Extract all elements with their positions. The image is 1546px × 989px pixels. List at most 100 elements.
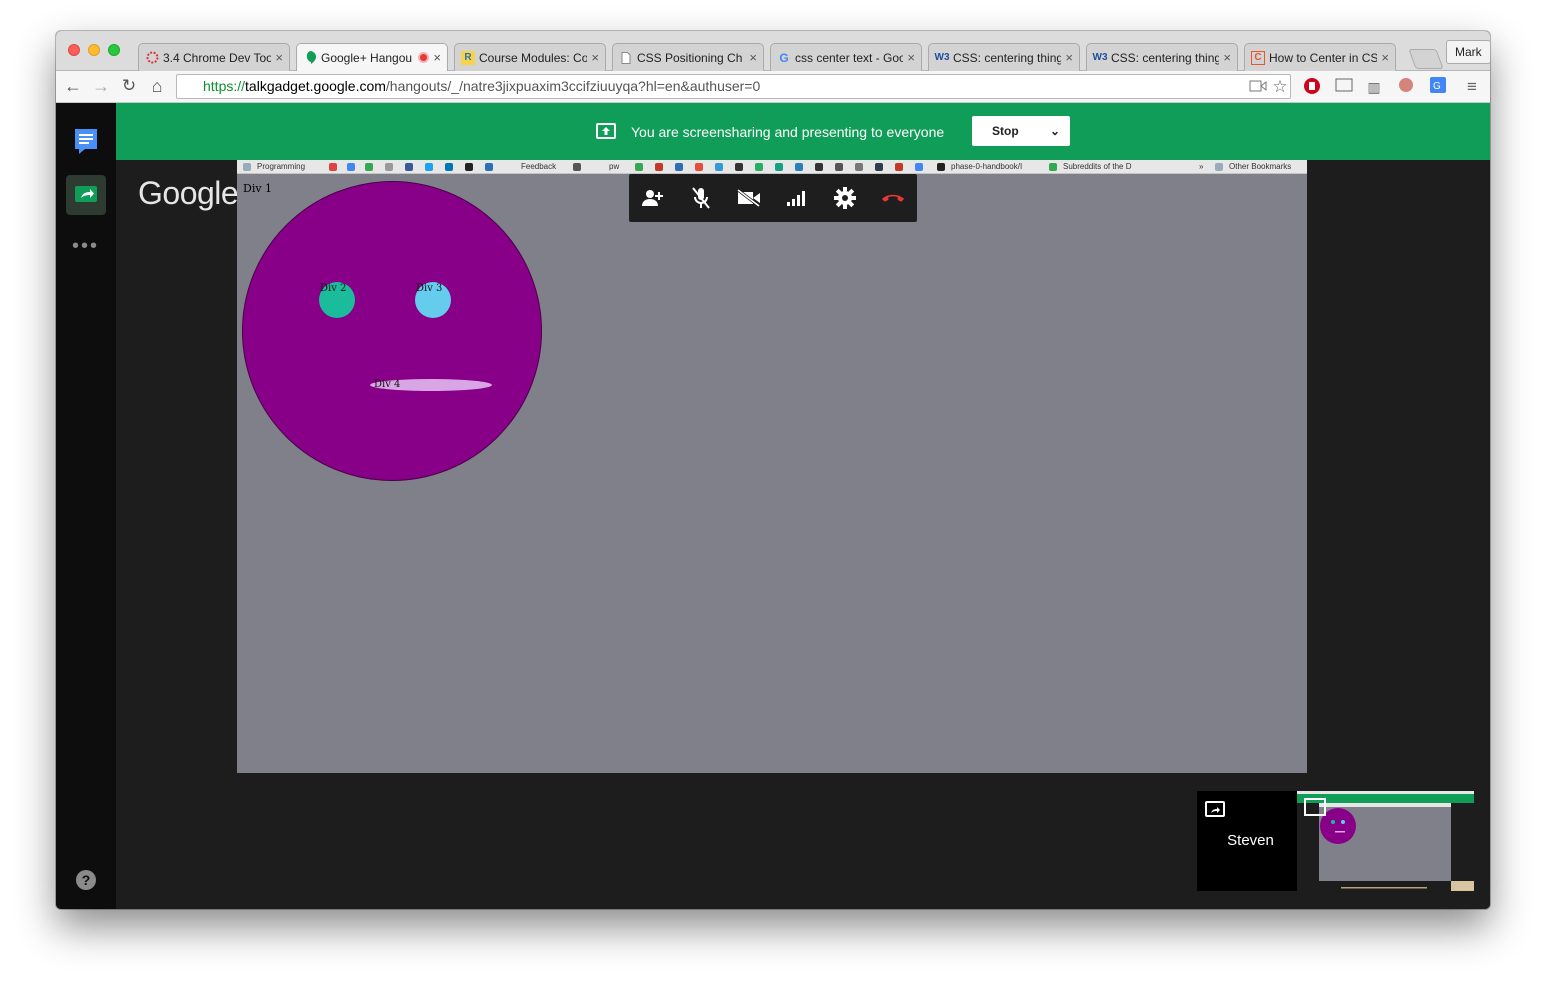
w3c-icon: W3	[1092, 52, 1108, 63]
settings-gear-icon[interactable]	[833, 186, 857, 210]
github-icon	[937, 163, 945, 171]
tab-google-search[interactable]: G css center text - Goo ×	[770, 43, 922, 71]
bookmark-programming[interactable]: Programming	[257, 160, 305, 173]
close-tab-icon[interactable]: ×	[749, 50, 757, 65]
minimize-window-button[interactable]	[88, 44, 100, 56]
bookmark-icon	[695, 163, 703, 171]
camera-icon[interactable]	[1248, 77, 1268, 97]
chat-icon	[75, 129, 97, 154]
google-icon: G	[779, 50, 789, 65]
tab-how-to-center[interactable]: C How to Center in CS ×	[1244, 43, 1396, 71]
tab-css-positioning[interactable]: CSS Positioning Ch ×	[612, 43, 764, 71]
bookmark-icon	[835, 163, 843, 171]
bookmark-subreddits[interactable]: Subreddits of the D	[1063, 160, 1131, 173]
zoom-window-button[interactable]	[108, 44, 120, 56]
close-tab-icon[interactable]: ×	[591, 50, 599, 65]
document-icon	[619, 51, 633, 65]
preview-image	[1297, 791, 1474, 891]
w3c-icon: W3	[934, 52, 950, 63]
bookmark-icon	[895, 163, 903, 171]
stop-sharing-button[interactable]: Stop ⌄	[972, 116, 1070, 146]
reload-icon[interactable]: ↻	[118, 75, 140, 97]
star-icon[interactable]: ☆	[1270, 77, 1290, 97]
bookmark-icon	[875, 163, 883, 171]
bookmark-icon	[675, 163, 683, 171]
folder-icon	[1215, 163, 1223, 171]
google-logo: Google	[138, 175, 239, 211]
close-tab-icon[interactable]: ×	[907, 50, 915, 65]
bookmark-icon	[815, 163, 823, 171]
tab-course-modules[interactable]: R Course Modules: Co ×	[454, 43, 606, 71]
call-controls	[629, 174, 917, 222]
mute-mic-icon[interactable]	[689, 186, 713, 210]
tab-title: CSS: centering thing	[1111, 50, 1220, 65]
back-arrow-icon[interactable]: ←	[62, 75, 84, 97]
url-path: /hangouts/_/natre3jixpuaxim3ccifziuuyqa?…	[385, 78, 761, 94]
readlater-icon[interactable]: ▥	[1364, 77, 1384, 97]
recording-icon	[418, 52, 430, 63]
cast-icon[interactable]	[1334, 77, 1354, 97]
extension-icon[interactable]	[1396, 77, 1416, 97]
address-bar[interactable]: https://talkgadget.google.com/hangouts/_…	[176, 74, 1291, 99]
profile-button[interactable]: Mark	[1446, 40, 1490, 64]
tab-strip: 3.4 Chrome Dev Too × Google+ Hangou × R …	[56, 31, 1490, 71]
self-preview-thumbnail[interactable]	[1297, 791, 1474, 891]
participant-tile[interactable]: Steven	[1197, 791, 1304, 891]
bookmark-pw[interactable]: pw	[609, 160, 619, 173]
shared-screen: Programming Feedback pw phase-0-handbook…	[237, 160, 1307, 773]
bookmark-icon	[655, 163, 663, 171]
chrome-devtools-icon	[145, 51, 159, 65]
facebook-icon	[405, 163, 413, 171]
adblock-icon[interactable]	[1302, 77, 1322, 97]
tab-title: Google+ Hangou	[321, 50, 413, 65]
tab-google-hangouts[interactable]: Google+ Hangou ×	[296, 43, 448, 71]
bookmarks-bar: Programming Feedback pw phase-0-handbook…	[237, 160, 1307, 174]
forward-arrow-icon[interactable]: →	[90, 75, 112, 97]
bookmark-icon	[755, 163, 763, 171]
new-tab-button[interactable]	[1408, 49, 1444, 69]
close-tab-icon[interactable]: ×	[1381, 50, 1389, 65]
bookmark-other[interactable]: Other Bookmarks	[1229, 160, 1291, 173]
bookmark-icon	[775, 163, 783, 171]
signal-bandwidth-icon[interactable]	[785, 186, 809, 210]
tab-w3c-centering-1[interactable]: W3 CSS: centering thing ×	[928, 43, 1080, 71]
end-call-icon[interactable]	[881, 186, 905, 210]
bookmark-icon	[635, 163, 643, 171]
participant-name: Steven	[1227, 832, 1274, 849]
more-options-icon[interactable]: •••	[72, 235, 99, 258]
chat-button[interactable]	[66, 121, 106, 161]
close-tab-icon[interactable]: ×	[275, 50, 283, 65]
screenshare-icon	[75, 186, 97, 202]
close-window-button[interactable]	[68, 44, 80, 56]
add-person-icon[interactable]	[641, 186, 665, 210]
bookmark-icon	[795, 163, 803, 171]
translate-icon[interactable]: G	[1428, 77, 1448, 97]
bookmarks-overflow[interactable]: »	[1199, 160, 1203, 173]
tab-w3c-centering-2[interactable]: W3 CSS: centering thing ×	[1086, 43, 1238, 71]
present-icon	[596, 123, 616, 139]
chevron-down-icon[interactable]: ⌄	[1050, 116, 1060, 146]
course-icon: R	[461, 50, 475, 65]
hangouts-left-rail: ••• ?	[56, 103, 116, 909]
close-tab-icon[interactable]: ×	[1065, 50, 1073, 65]
url-scheme: https://	[203, 78, 246, 94]
camera-off-icon[interactable]	[737, 186, 761, 210]
tab-title: CSS Positioning Ch	[637, 50, 743, 65]
twitter-icon	[425, 163, 433, 171]
menu-icon[interactable]: ≡	[1462, 77, 1482, 97]
drive-icon	[365, 163, 373, 171]
screenshare-button[interactable]	[66, 175, 106, 215]
help-icon[interactable]: ?	[76, 870, 96, 890]
gmail-icon	[329, 163, 337, 171]
linkedin-icon	[445, 163, 453, 171]
home-icon[interactable]: ⌂	[146, 75, 168, 97]
close-tab-icon[interactable]: ×	[433, 50, 441, 65]
svg-text:G: G	[1433, 81, 1441, 92]
close-tab-icon[interactable]: ×	[1223, 50, 1231, 65]
bookmark-handbook[interactable]: phase-0-handbook/I	[951, 160, 1022, 173]
sheet-icon	[1049, 163, 1057, 171]
bookmark-feedback[interactable]: Feedback	[521, 160, 556, 173]
github-icon	[465, 163, 473, 171]
bookmark-icon	[735, 163, 743, 171]
tab-chrome-dev-tools[interactable]: 3.4 Chrome Dev Too ×	[138, 43, 290, 71]
